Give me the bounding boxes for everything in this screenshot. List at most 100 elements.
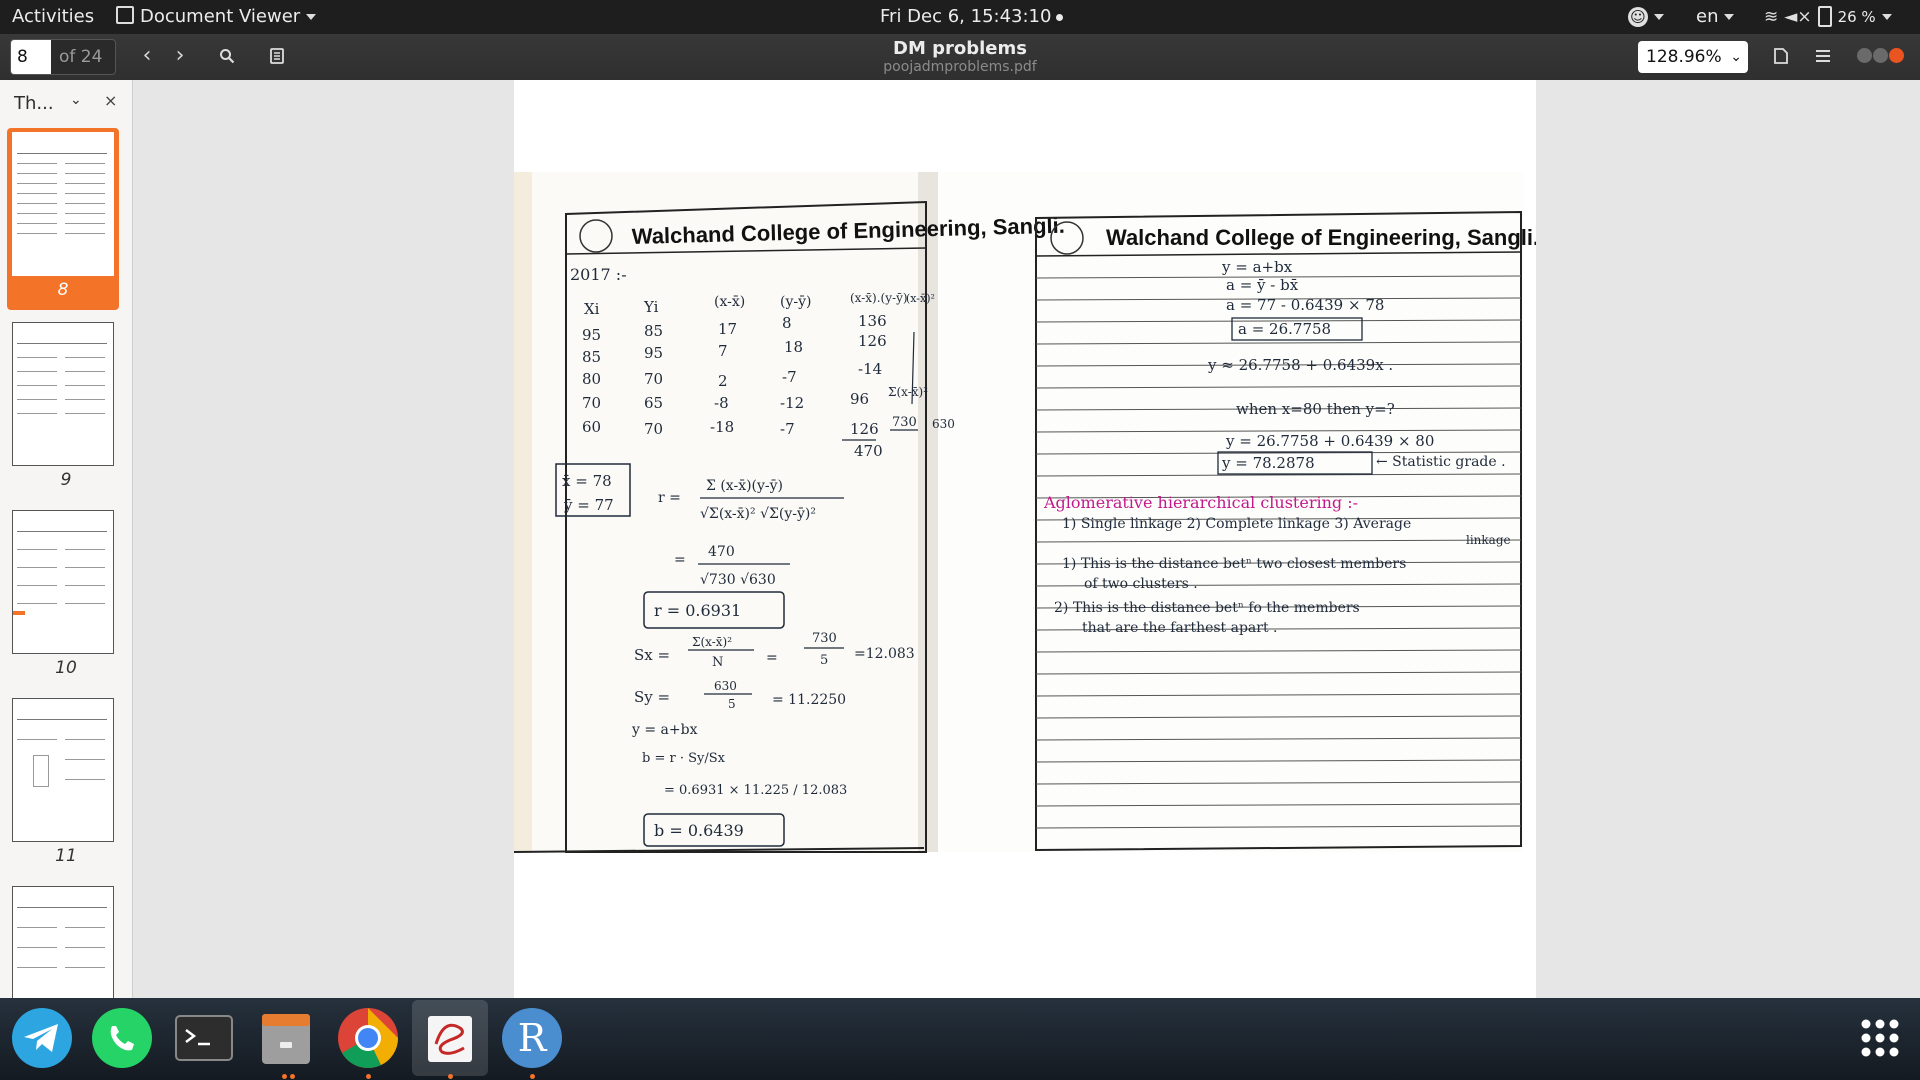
show-applications-button[interactable] <box>1846 1004 1914 1072</box>
scan-text: 126 <box>850 420 879 438</box>
scan-text: 18 <box>784 338 803 356</box>
scan-text: 2) This is the distance betⁿ fo the memb… <box>1054 600 1360 616</box>
accessibility-icon: ☺ <box>1628 7 1648 27</box>
close-icon[interactable]: × <box>104 91 117 110</box>
scan-text: 630 <box>714 679 737 693</box>
files-launcher[interactable] <box>252 1004 320 1079</box>
chevron-down-icon[interactable]: ⌄ <box>70 92 82 108</box>
thumbnail-page-12[interactable] <box>0 882 132 998</box>
accessibility-menu[interactable]: ☺ <box>1628 0 1664 34</box>
page-number-input[interactable] <box>11 40 51 74</box>
clock[interactable]: Fri Dec 6, 15:43:10 <box>880 0 1064 34</box>
scan-text: r = 0.6931 <box>654 601 741 620</box>
zoom-selector[interactable]: 128.96% ⌄ <box>1638 41 1748 73</box>
thumbnail-page-11[interactable]: 11 <box>0 694 132 876</box>
scan-text: Sy = <box>634 688 670 706</box>
top-bar: Activities Document Viewer Fri Dec 6, 15… <box>0 0 1920 34</box>
thumbnail-label: 10 <box>55 658 77 678</box>
scan-text: (y-ȳ) <box>780 294 811 310</box>
wifi-icon: ≋ <box>1764 7 1779 27</box>
scan-text: 730 <box>892 415 917 430</box>
r-launcher[interactable]: R <box>498 1004 566 1079</box>
scan-text: (x-x̄).(y-ȳ) <box>850 291 908 305</box>
scan-text: 96 <box>850 390 869 408</box>
thumbnail-page-9[interactable]: 9 <box>0 318 132 500</box>
notification-dot <box>1056 13 1064 21</box>
scan-text: (x-x̄)² <box>906 292 935 305</box>
scan-text: 95 <box>582 326 601 344</box>
app-menu[interactable]: Document Viewer <box>116 0 317 34</box>
chevron-left-icon: ‹ <box>142 43 152 68</box>
thumbnail-image <box>12 132 114 276</box>
language-label: en <box>1696 6 1719 27</box>
whatsapp-launcher[interactable] <box>88 1004 156 1072</box>
scan-text: = 11.2250 <box>772 692 846 708</box>
thumbnail-image <box>12 886 114 998</box>
thumbnail-label: 9 <box>60 470 72 490</box>
main-menu-button[interactable] <box>1806 39 1840 73</box>
activities-button[interactable]: Activities <box>12 0 94 34</box>
scan-text: √Σ(x-x̄)² √Σ(y-ȳ)² <box>700 506 816 522</box>
telegram-launcher[interactable] <box>8 1004 76 1072</box>
scan-text: 470 <box>708 544 735 560</box>
dock: R <box>0 998 1920 1080</box>
scan-text: a = 26.7758 <box>1238 320 1331 338</box>
thumbnail-image <box>12 322 114 466</box>
scan-text: = <box>674 552 686 568</box>
scan-text: 70 <box>644 370 663 388</box>
scan-text: when x=80 then y=? <box>1236 400 1395 418</box>
scan-text: 630 <box>932 417 955 431</box>
chevron-down-icon <box>1881 14 1892 20</box>
minimize-button[interactable] <box>1857 48 1872 63</box>
pdf-page: Walchand College of Engineering, Sangli. <box>514 80 1536 998</box>
scan-text: 85 <box>582 348 601 366</box>
scan-text: ȳ = 77 <box>563 496 614 514</box>
scan-text: 70 <box>582 394 601 412</box>
scan-text: Xi <box>584 300 600 318</box>
system-menu[interactable]: ≋ ◄× 26 % <box>1764 0 1892 34</box>
document-viewer-launcher[interactable] <box>416 1004 484 1079</box>
scan-text: 7 <box>718 342 728 360</box>
previous-page-button[interactable]: ‹ <box>130 39 164 73</box>
page-layout-button[interactable] <box>1764 39 1798 73</box>
scan-text: a = ȳ - bx̄ <box>1226 276 1299 294</box>
document-view[interactable]: Walchand College of Engineering, Sangli. <box>133 80 1920 998</box>
scan-text: 60 <box>582 418 601 436</box>
scan-text: y ≈ 26.7758 + 0.6439x . <box>1207 356 1393 374</box>
scan-text: = <box>766 650 778 666</box>
battery-label: 26 % <box>1837 8 1876 26</box>
next-page-button[interactable]: › <box>163 39 197 73</box>
scan-text: b = 0.6439 <box>654 821 744 840</box>
hamburger-icon <box>1816 50 1830 62</box>
scan-text: -14 <box>858 360 882 378</box>
whatsapp-icon <box>92 1008 152 1068</box>
scan-text: y = 78.2878 <box>1221 454 1315 472</box>
scan-text: 2 <box>718 372 728 390</box>
scan-text: 1) Single linkage 2) Complete linkage 3)… <box>1062 516 1411 532</box>
chevron-down-icon: ⌄ <box>1730 49 1742 65</box>
scan-text: 65 <box>644 394 663 412</box>
thumbnail-page-10[interactable]: 10 <box>0 506 132 688</box>
scan-text: Σ (x-x̄)(y-ȳ) <box>706 478 783 494</box>
search-button[interactable] <box>210 39 244 73</box>
maximize-button[interactable] <box>1873 48 1888 63</box>
scan-text: linkage <box>1466 533 1511 547</box>
header-bar: of 24 ‹ › DM problems poojadmproblems.pd… <box>0 34 1920 81</box>
annotations-button[interactable] <box>260 39 294 73</box>
scan-text: 2017 :- <box>570 265 627 284</box>
search-icon <box>220 49 235 64</box>
thumbnail-page-8[interactable]: 8 <box>7 128 119 310</box>
terminal-launcher[interactable] <box>170 1004 238 1072</box>
sidebar-mode-selector[interactable]: Th... <box>14 93 54 114</box>
scan-text: Aglomerative hierarchical clustering :- <box>1043 493 1358 512</box>
r-icon-letter: R <box>517 1016 547 1060</box>
chrome-launcher[interactable] <box>334 1004 402 1079</box>
document-viewer-icon <box>428 1016 472 1062</box>
right-page-header: Walchand College of Engineering, Sangli. <box>1106 225 1536 250</box>
document-viewer-icon <box>116 6 134 24</box>
scan-text: of two clusters . <box>1084 576 1198 592</box>
language-menu[interactable]: en <box>1696 0 1735 34</box>
close-button[interactable] <box>1889 48 1904 63</box>
scan-text: 730 <box>812 631 837 646</box>
scan-text: =12.083 <box>854 646 915 662</box>
